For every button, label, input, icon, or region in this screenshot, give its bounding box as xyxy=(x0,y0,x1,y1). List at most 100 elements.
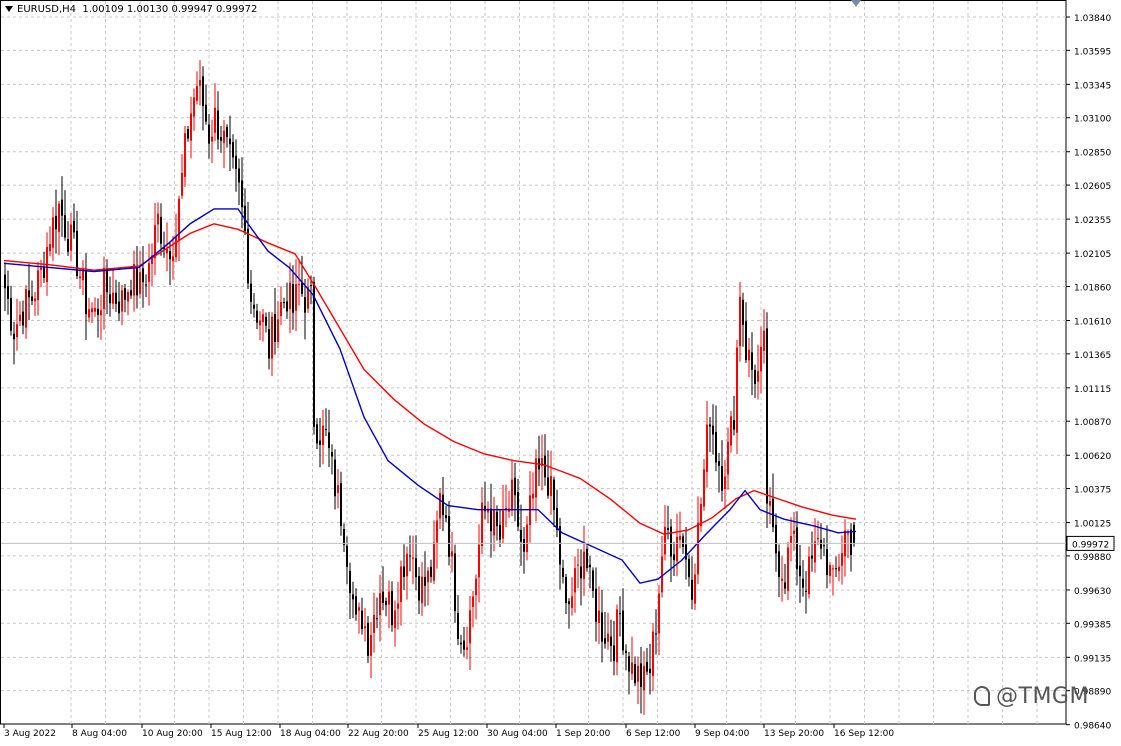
candle-body xyxy=(328,432,330,448)
candle-body xyxy=(595,588,597,622)
candle-body xyxy=(673,554,675,561)
candle-body xyxy=(118,301,120,314)
candle-body xyxy=(136,268,138,296)
candle-body xyxy=(766,328,768,504)
candle-body xyxy=(787,547,789,591)
candle-body xyxy=(586,548,588,569)
candle-body xyxy=(643,665,645,691)
candle-body xyxy=(400,566,402,602)
candle-body xyxy=(715,431,717,463)
candle-body xyxy=(196,86,198,101)
candle-body xyxy=(631,662,633,674)
candle-body xyxy=(748,349,750,361)
candle-body xyxy=(805,590,807,592)
candle-body xyxy=(616,609,618,663)
candle-body xyxy=(208,124,210,144)
candle-body xyxy=(754,369,756,384)
x-tick-label: 22 Aug 20:00 xyxy=(348,729,409,739)
candle-body xyxy=(565,576,567,603)
candle-body xyxy=(430,566,432,577)
candle-body xyxy=(181,172,183,196)
candle-body xyxy=(58,203,60,232)
x-tick-label: 30 Aug 04:00 xyxy=(487,729,548,739)
candle-body xyxy=(262,314,264,323)
candle-body xyxy=(832,568,834,570)
candle-body xyxy=(745,321,747,361)
candle-body xyxy=(268,329,270,359)
candle-body xyxy=(190,113,192,141)
x-tick-label: 25 Aug 12:00 xyxy=(418,729,479,739)
candle-body xyxy=(811,555,813,559)
candle-body xyxy=(457,613,459,639)
chart-shift-arrow-icon[interactable] xyxy=(851,0,861,7)
candle-body xyxy=(157,213,159,225)
candle-body xyxy=(277,319,279,342)
candle-body xyxy=(187,129,189,139)
candle-body xyxy=(526,524,528,553)
candle-body xyxy=(13,333,15,340)
candle-body xyxy=(625,650,627,654)
candle-body xyxy=(235,155,237,170)
candle-body xyxy=(61,199,63,216)
candle-body xyxy=(649,668,651,674)
y-tick-label: 1.03840 xyxy=(1074,14,1111,24)
candle-body xyxy=(790,535,792,544)
candle-body xyxy=(247,228,249,284)
chart-area[interactable]: 1.03840 1.03595 1.03345 1.03100 1.02850 1.026… xyxy=(0,0,1121,742)
candle-body xyxy=(853,524,855,544)
candle-body xyxy=(580,566,582,579)
candle-body xyxy=(37,270,39,301)
watermark-text: @TMGM xyxy=(996,684,1089,709)
candle-body xyxy=(397,603,399,609)
candle-body xyxy=(346,545,348,567)
y-tick-label: 1.01860 xyxy=(1074,283,1111,293)
candle-body xyxy=(652,631,654,677)
candle-body xyxy=(577,564,579,566)
candle-body xyxy=(604,638,606,644)
candle-body xyxy=(823,545,825,547)
candle-body xyxy=(412,557,414,559)
y-tick-label: 1.02355 xyxy=(1074,216,1111,226)
candle-body xyxy=(445,515,447,519)
candle-body xyxy=(727,441,729,475)
candle-body xyxy=(130,290,132,296)
candle-body xyxy=(70,224,72,251)
candle-body xyxy=(784,582,786,589)
candle-body xyxy=(742,299,744,325)
candle-body xyxy=(598,610,600,623)
x-tick-label: 18 Aug 04:00 xyxy=(280,729,341,739)
open-value: 1.00109 xyxy=(82,4,124,15)
y-tick-label: 1.02605 xyxy=(1074,182,1111,192)
candle-body xyxy=(724,476,726,490)
y-tick-label: 1.03345 xyxy=(1074,81,1111,91)
candle-body xyxy=(334,459,336,497)
candle-body xyxy=(112,292,114,304)
candle-body xyxy=(40,267,42,270)
candle-body xyxy=(139,272,141,294)
symbol-label: EURUSD,H4 xyxy=(17,4,77,15)
candle-body xyxy=(544,455,546,478)
candle-body xyxy=(382,591,384,604)
chart-canvas[interactable]: 1.03840 1.03595 1.03345 1.03100 1.02850 1.026… xyxy=(0,0,1121,742)
candle-body xyxy=(295,284,297,311)
candle-body xyxy=(406,553,408,577)
dropdown-arrow-icon[interactable] xyxy=(5,6,13,12)
candle-body xyxy=(730,416,732,446)
candle-body xyxy=(232,142,234,158)
candle-body xyxy=(661,556,663,593)
x-tick-label: 15 Aug 12:00 xyxy=(211,729,272,739)
candle-body xyxy=(562,567,564,577)
candle-body xyxy=(373,614,375,633)
candle-body xyxy=(499,524,501,540)
candle-body xyxy=(85,268,87,315)
candle-body xyxy=(223,130,225,143)
y-tick-label: 1.00620 xyxy=(1074,452,1111,462)
candle-body xyxy=(793,530,795,534)
candle-body xyxy=(340,483,342,526)
candle-body xyxy=(34,298,36,302)
candle-body xyxy=(667,527,669,530)
candle-body xyxy=(106,268,108,293)
candle-body xyxy=(310,285,312,287)
tmgm-logo-icon xyxy=(974,686,990,706)
candle-body xyxy=(133,264,135,296)
